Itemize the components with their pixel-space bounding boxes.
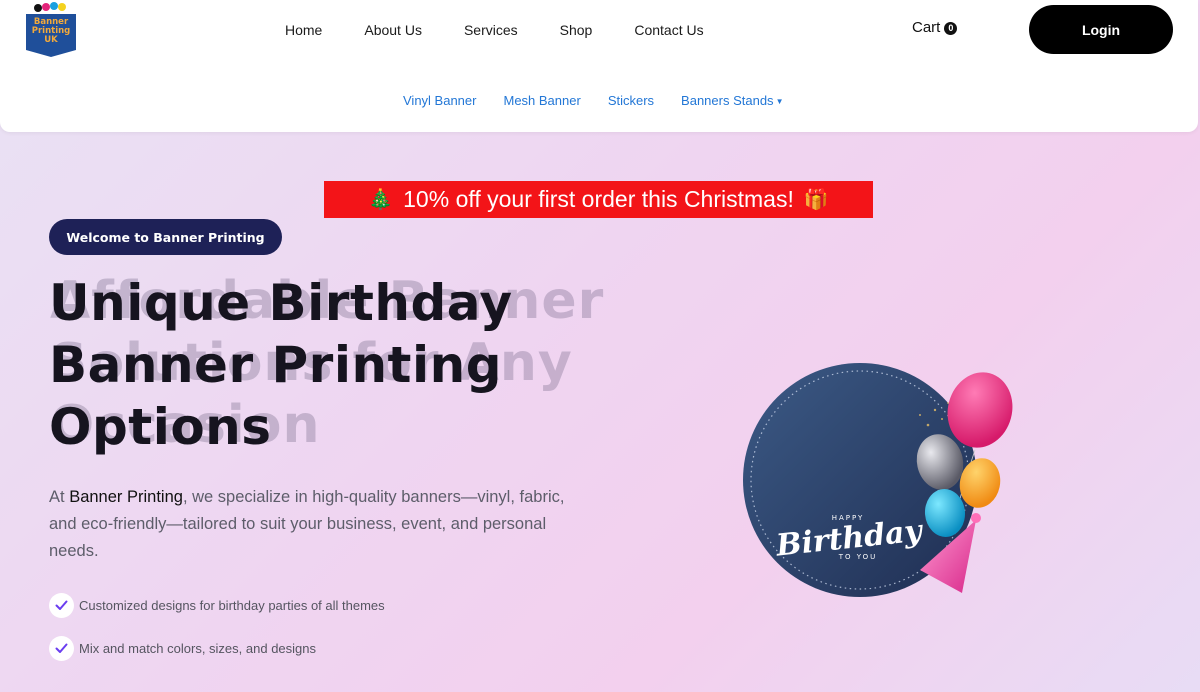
nav-about-us[interactable]: About Us [364,20,422,40]
logo-text: Banner Printing UK [26,18,76,45]
cart-label: Cart [912,19,941,36]
feature-checklist: Customized designs for birthday parties … [49,591,385,677]
main-nav: Home About Us Services Shop Contact Us [270,20,746,40]
hero-title-line-1: Unique Birthday [49,274,513,332]
caret-down-icon: ▼ [775,96,784,106]
hero-title-line-3: Options [49,398,272,456]
site-logo[interactable]: Banner Printing UK [26,0,76,58]
welcome-badge: Welcome to Banner Printing [49,219,282,255]
subnav-vinyl-banner[interactable]: Vinyl Banner [403,92,476,111]
sub-nav: Vinyl Banner Mesh Banner Stickers Banner… [403,92,810,111]
check-text: Mix and match colors, sizes, and designs [79,640,316,656]
subnav-stickers[interactable]: Stickers [608,92,654,111]
nav-shop[interactable]: Shop [560,20,593,40]
logo-line-3: UK [44,35,58,45]
cart-count-badge: 0 [944,22,958,35]
christmas-tree-icon: 🎄 [368,189,394,211]
nav-contact-us[interactable]: Contact Us [634,20,703,40]
hero-title-line-2: Banner Printing [49,336,502,394]
gift-icon: 🎁 [803,189,829,211]
subnav-mesh-banner[interactable]: Mesh Banner [503,92,580,111]
check-item: Customized designs for birthday parties … [49,591,385,619]
desc-brand: Banner Printing [69,488,183,506]
promo-banner: 🎄 10% off your first order this Christma… [324,181,873,218]
check-text: Customized designs for birthday parties … [79,597,385,613]
subnav-banners-stands-label: Banners Stands [681,93,774,108]
hero-title: Unique Birthday Banner Printing Options [49,272,609,458]
birthday-balloons-image: HAPPY Birthday TO YOU [730,355,1030,615]
hero-description: At Banner Printing, we specialize in hig… [49,484,589,565]
desc-prefix: At [49,488,70,506]
check-icon [49,592,74,618]
login-button[interactable]: Login [1029,5,1173,54]
graphic-to-you-text: TO YOU [838,553,878,561]
nav-home[interactable]: Home [285,20,322,40]
check-item: Mix and match colors, sizes, and designs [49,634,385,662]
promo-text: 10% off your first order this Christmas! [403,186,794,212]
cart-link[interactable]: Cart 0 [912,19,958,36]
nav-services[interactable]: Services [464,20,518,40]
check-icon [49,635,74,661]
site-header: Banner Printing UK Home About Us Service… [0,0,1198,132]
subnav-banners-stands[interactable]: Banners Stands ▼ [681,92,783,111]
